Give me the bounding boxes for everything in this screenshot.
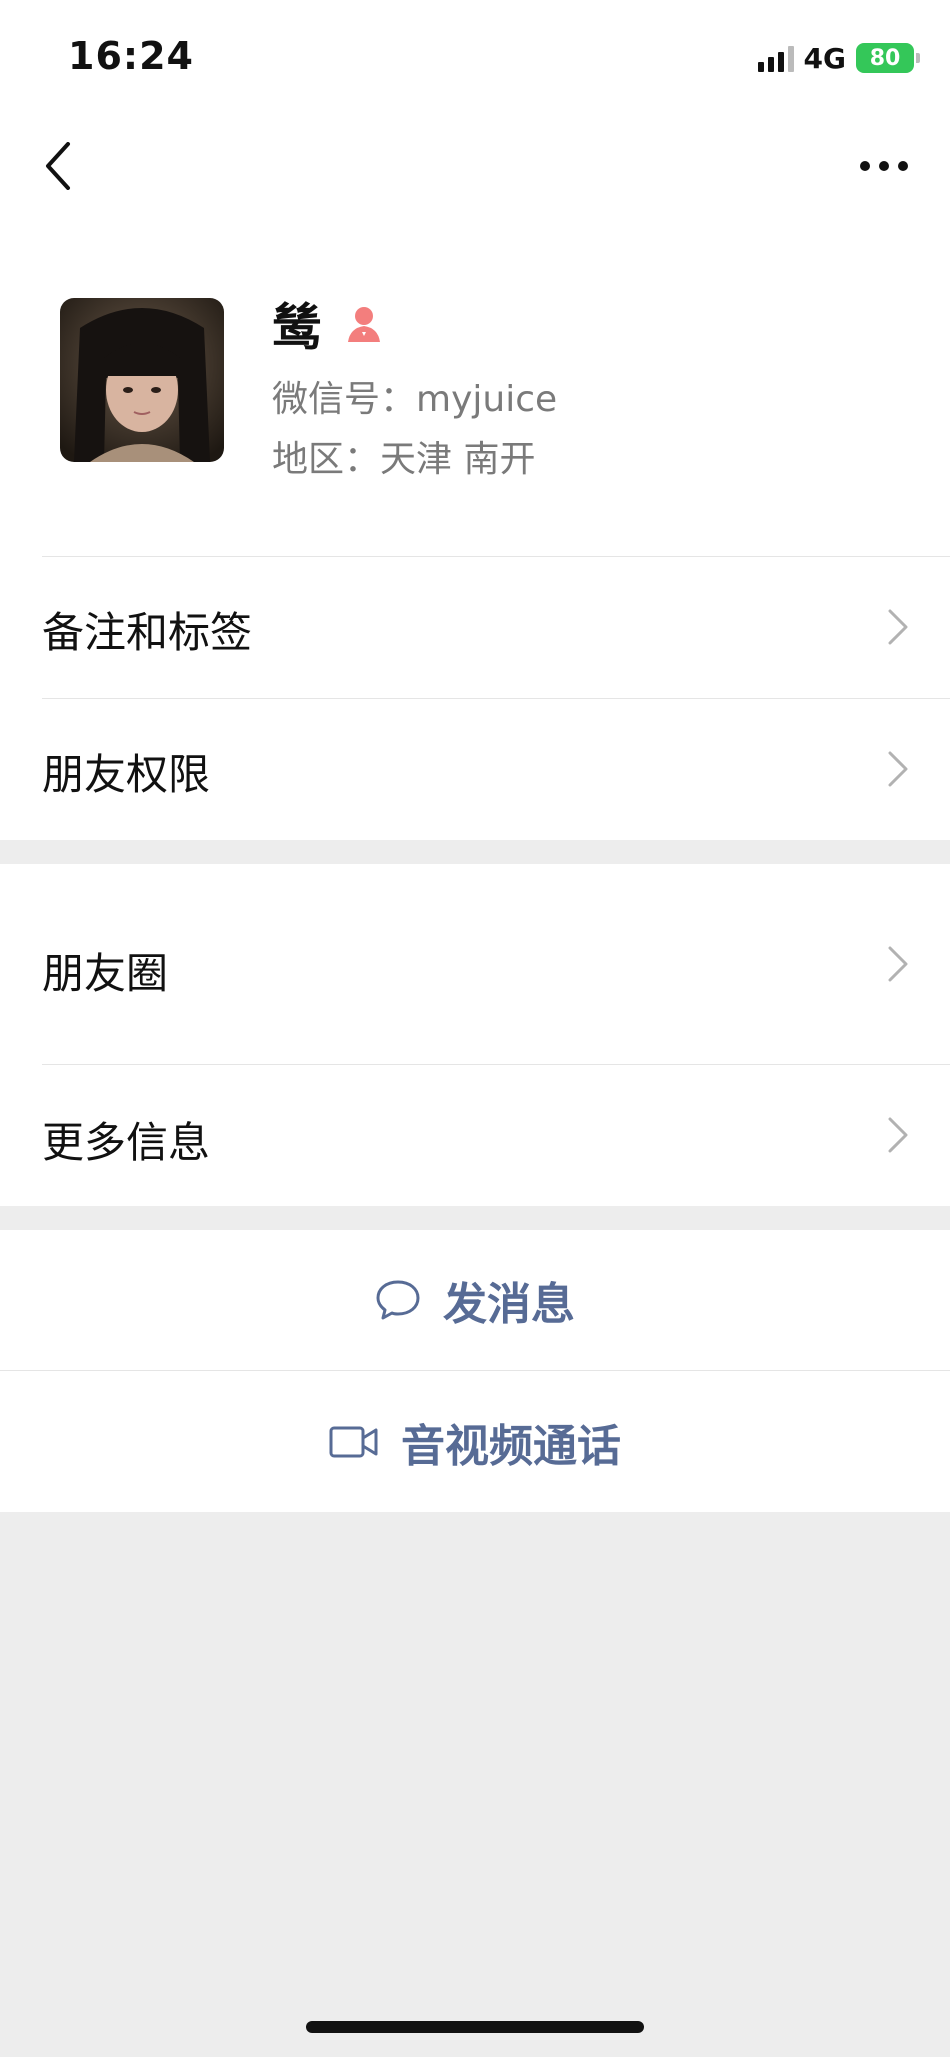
action-buttons: 发消息 音视频通话 xyxy=(0,1230,950,1512)
battery-level: 80 xyxy=(869,45,901,71)
contact-name: 鸶 xyxy=(272,299,322,357)
menu-item-label: 朋友权限 xyxy=(42,750,211,799)
menu-group-2: 朋友圈 更多信息 xyxy=(0,864,950,1206)
chevron-right-icon xyxy=(888,751,908,787)
chevron-right-icon xyxy=(888,609,908,645)
send-message-label: 发消息 xyxy=(443,1279,575,1330)
video-call-label: 音视频通话 xyxy=(401,1421,621,1472)
video-camera-icon xyxy=(329,1426,378,1458)
wechat-id: 微信号：myjuice xyxy=(272,379,558,420)
menu-item-more-info[interactable]: 更多信息 xyxy=(0,1065,950,1206)
send-message-button[interactable]: 发消息 xyxy=(0,1230,950,1370)
menu-item-moments[interactable]: 朋友圈 xyxy=(0,864,950,1064)
chevron-left-icon xyxy=(46,142,70,190)
home-indicator[interactable] xyxy=(306,2021,644,2033)
contact-profile-page: 16:24 4G 80 鸶 微信号：myjuice 地区：天津 南开 备注和标签… xyxy=(0,0,950,2057)
divider xyxy=(0,1370,950,1371)
avatar[interactable] xyxy=(60,298,224,462)
menu-item-label: 朋友圈 xyxy=(42,949,169,998)
chevron-right-icon xyxy=(888,946,908,982)
name-row: 鸶 xyxy=(272,288,386,360)
status-time: 16:24 xyxy=(68,34,194,78)
menu-item-label: 更多信息 xyxy=(42,1118,211,1167)
signal-icon xyxy=(757,44,794,72)
female-icon xyxy=(348,307,380,342)
video-call-button[interactable]: 音视频通话 xyxy=(0,1372,950,1512)
region: 地区：天津 南开 xyxy=(272,439,536,480)
network-type: 4G xyxy=(803,41,846,75)
back-button[interactable] xyxy=(36,136,80,196)
chat-bubble-icon xyxy=(376,1280,420,1320)
menu-item-label: 备注和标签 xyxy=(42,608,253,657)
more-dots-icon xyxy=(860,161,908,171)
more-button[interactable] xyxy=(854,146,914,186)
menu-item-remarks-tags[interactable]: 备注和标签 xyxy=(0,557,950,697)
chevron-right-icon xyxy=(888,1117,908,1153)
menu-item-friend-permissions[interactable]: 朋友权限 xyxy=(0,699,950,839)
battery-icon: 80 xyxy=(856,43,920,73)
status-indicators: 4G 80 xyxy=(757,40,920,76)
